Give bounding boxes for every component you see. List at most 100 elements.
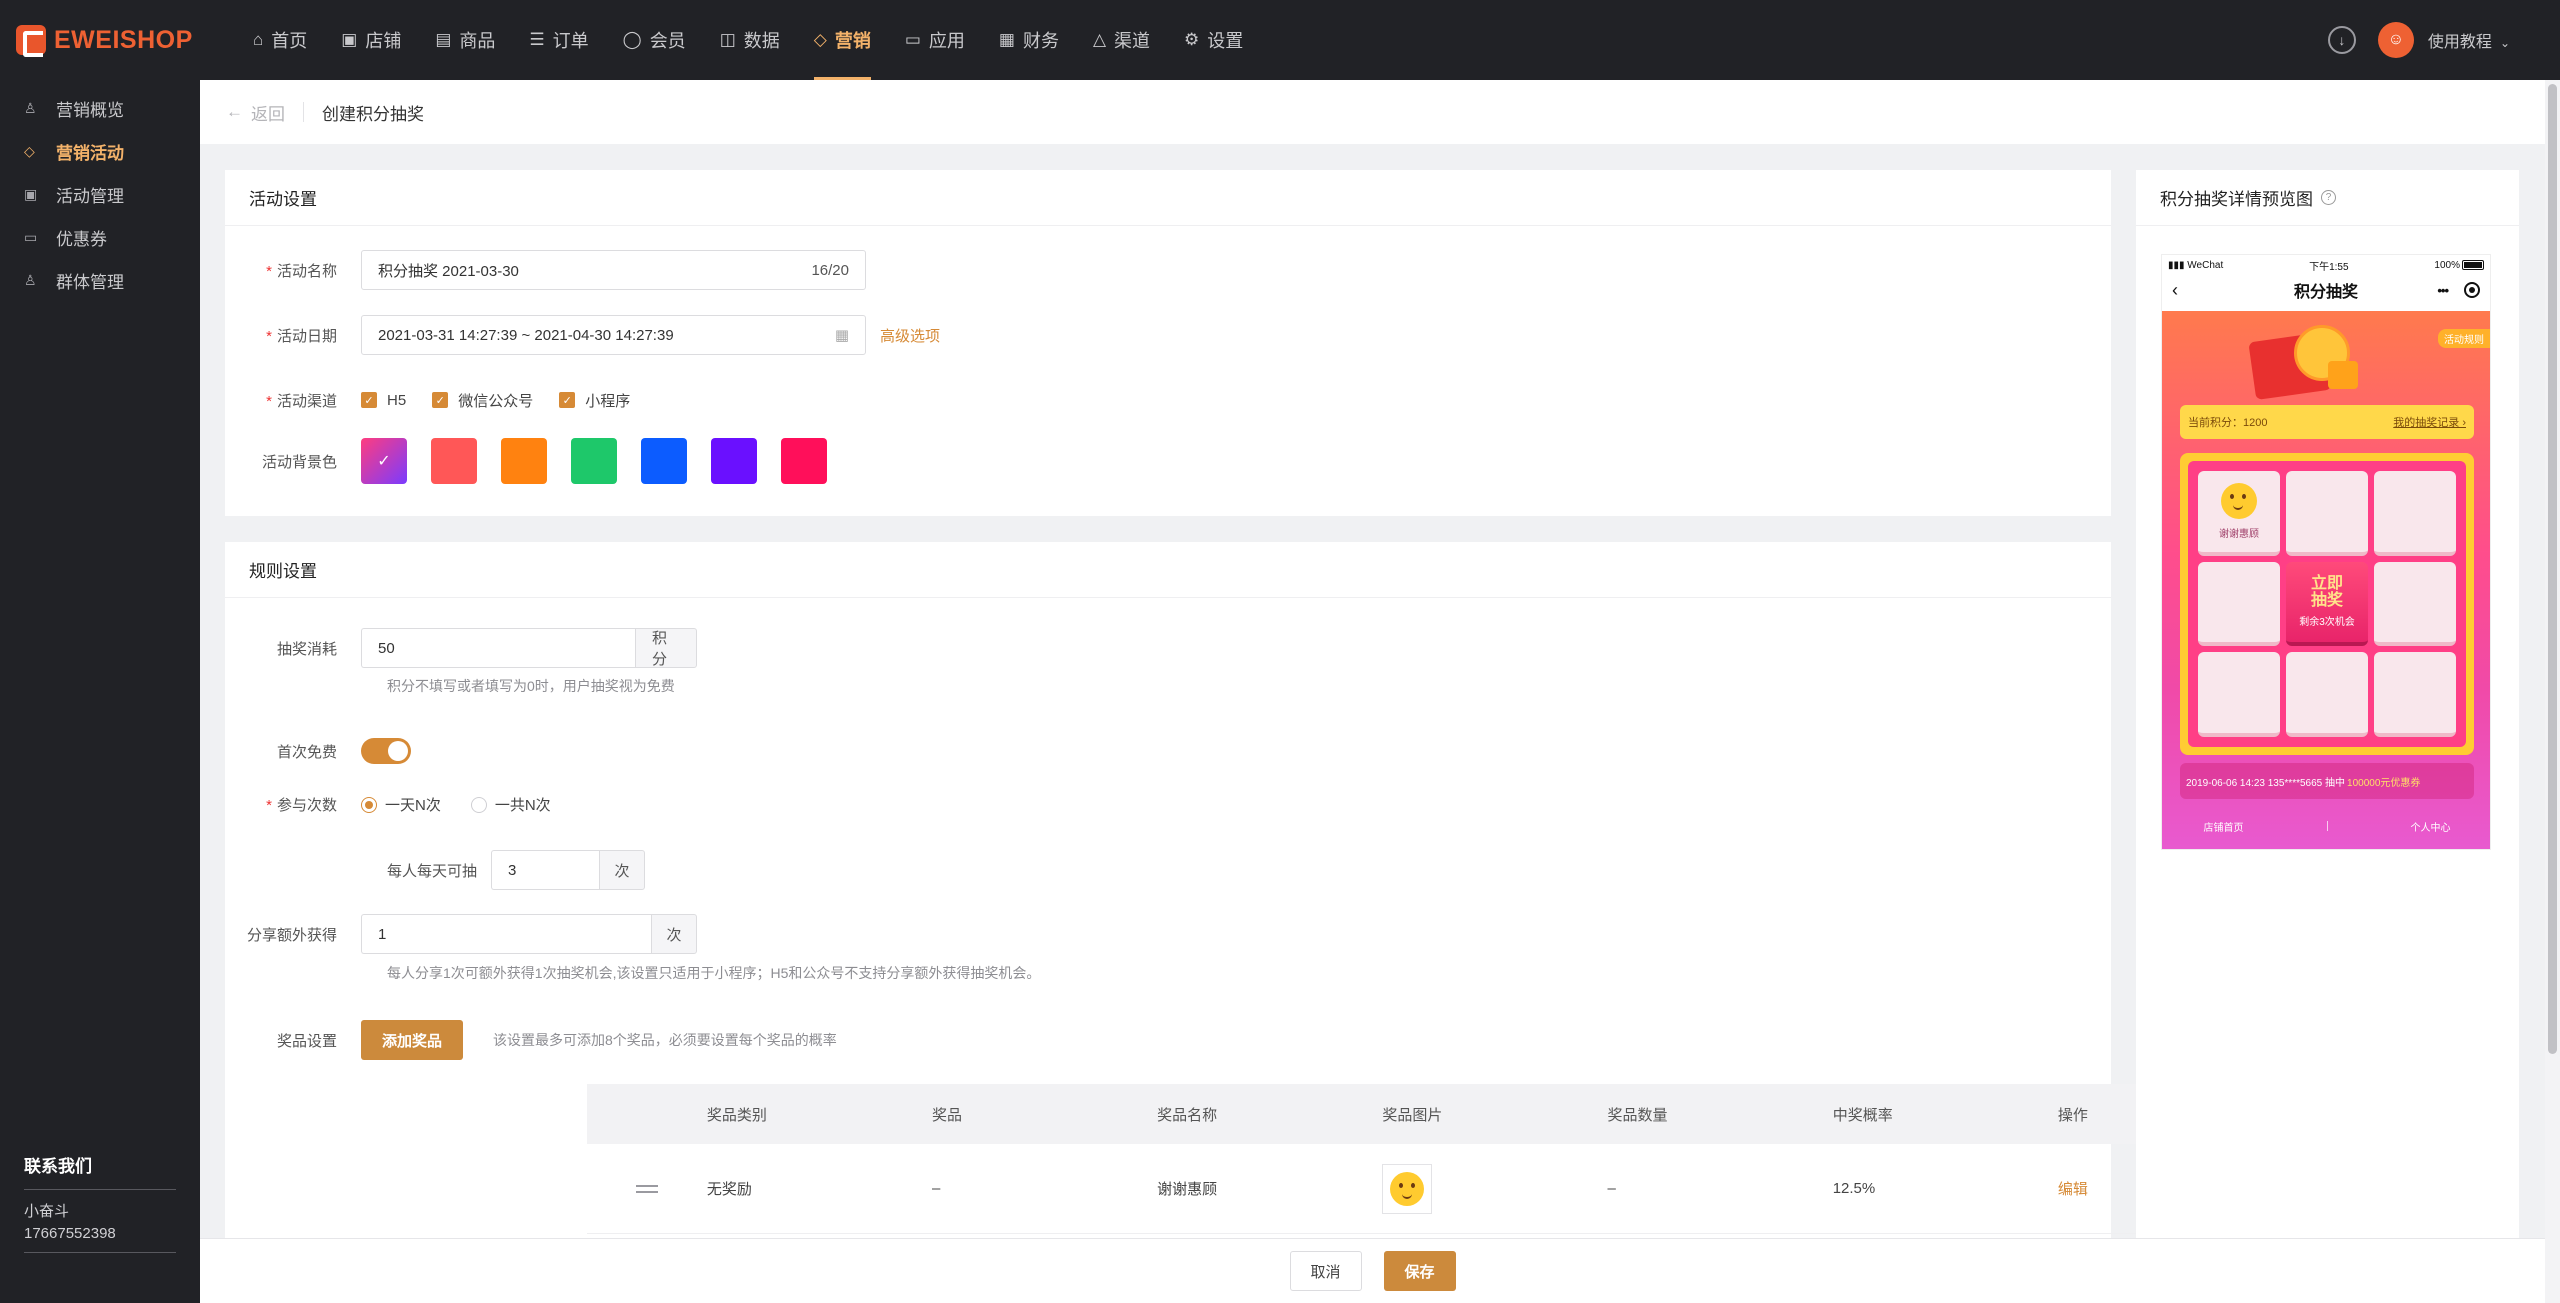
prize-slot bbox=[2286, 471, 2368, 556]
nav-label: 会员 bbox=[649, 31, 686, 51]
drag-handle-icon[interactable] bbox=[587, 1184, 707, 1193]
page-scrollbar[interactable] bbox=[2545, 80, 2560, 1303]
col-type: 奖品类别 bbox=[706, 1106, 767, 1124]
required-mark: * bbox=[266, 392, 272, 410]
radio-total[interactable]: 一共N次 bbox=[470, 794, 551, 815]
col-prob: 中奖概率 bbox=[1832, 1106, 1893, 1124]
color-swatch[interactable] bbox=[641, 438, 687, 484]
cost-hint: 积分不填写或者填写为0时，用户抽奖视为免费 bbox=[387, 678, 675, 694]
close-icon bbox=[2464, 282, 2480, 298]
draw-line-1: 立即 bbox=[2310, 575, 2343, 593]
nav-item-settings[interactable]: ⚙ 设置 bbox=[1167, 0, 1260, 80]
check-icon: ✓ bbox=[559, 392, 576, 408]
draw-now-button: 立即 抽奖 剩余3次机会 bbox=[2286, 561, 2368, 647]
tutorial-menu[interactable]: 使用教程 ⌄ bbox=[2428, 28, 2510, 52]
lottery-board: 谢谢惠顾 立即 抽奖 剩余3次机会 bbox=[2180, 453, 2474, 755]
nav-item-marketing[interactable]: ◇ 营销 bbox=[797, 0, 888, 80]
first-free-toggle[interactable] bbox=[361, 738, 411, 764]
more-icon: ••• bbox=[2437, 282, 2449, 298]
avatar[interactable]: ☺ bbox=[2377, 22, 2414, 58]
prize-slot bbox=[2374, 561, 2456, 647]
channel-checkbox-miniprogram[interactable]: ✓ 小程序 bbox=[559, 390, 630, 411]
color-swatches: ✓ bbox=[361, 438, 851, 484]
color-swatch[interactable]: ✓ bbox=[361, 438, 407, 484]
prize-slot: 谢谢惠顾 bbox=[2198, 471, 2280, 556]
current-points: 当前积分：1200 bbox=[2188, 417, 2268, 429]
sidebar-item-coupons[interactable]: ▭ 优惠券 bbox=[0, 216, 200, 259]
scrollbar-thumb[interactable] bbox=[2548, 84, 2557, 1054]
prize-slot bbox=[2374, 471, 2456, 556]
cost-row: 抽奖消耗 50 积分 bbox=[225, 628, 697, 668]
color-swatch[interactable] bbox=[571, 438, 617, 484]
smiley-icon bbox=[2221, 482, 2257, 519]
footer-me: 个人中心 bbox=[2410, 822, 2451, 834]
nav-item-finance[interactable]: ▦ 财务 bbox=[982, 0, 1076, 80]
cost-input[interactable]: 50 bbox=[361, 628, 635, 668]
order-icon: ☰ bbox=[529, 30, 545, 49]
nav-item-member[interactable]: ◯ 会员 bbox=[606, 0, 703, 80]
field-label: * 活动日期 bbox=[225, 325, 361, 346]
color-swatch[interactable] bbox=[781, 438, 827, 484]
share-input[interactable]: 1 bbox=[361, 914, 651, 954]
sidebar-item-campaigns[interactable]: ◇ 营销活动 bbox=[0, 130, 200, 173]
nav-item-goods[interactable]: ▤ 商品 bbox=[418, 0, 512, 80]
color-swatch[interactable] bbox=[431, 438, 477, 484]
nav-item-order[interactable]: ☰ 订单 bbox=[512, 0, 605, 80]
nav-item-home[interactable]: ⌂ 首页 bbox=[236, 0, 324, 80]
records-link: 我的抽奖记录 › bbox=[2393, 417, 2466, 429]
cell-qty: – bbox=[1607, 1180, 1616, 1197]
breadcrumb: ← 返回 创建积分抽奖 bbox=[200, 80, 2545, 144]
field-label: * 活动渠道 bbox=[225, 390, 361, 411]
activity-name-input[interactable]: 积分抽奖 2021-03-30 16/20 bbox=[361, 250, 866, 290]
daily-input[interactable]: 3 bbox=[491, 850, 600, 890]
color-swatch[interactable] bbox=[501, 438, 547, 484]
prize-slot bbox=[2198, 652, 2280, 737]
activity-channel-row: * 活动渠道 ✓ H5 ✓ 微信公众号 ✓ 小程序 bbox=[225, 380, 656, 420]
preview-title: 积分抽奖详情预览图? bbox=[2160, 185, 2336, 210]
download-icon[interactable]: ↓ bbox=[2327, 26, 2356, 54]
sidebar-item-overview[interactable]: ♙ 营销概览 bbox=[0, 87, 200, 130]
nav-item-apps[interactable]: ▭ 应用 bbox=[888, 0, 982, 80]
footer-home: 店铺首页 bbox=[2203, 822, 2244, 834]
radio-label: 一天N次 bbox=[385, 797, 441, 814]
back-link[interactable]: ← 返回 bbox=[226, 100, 285, 125]
settings-icon: ⚙ bbox=[1184, 30, 1200, 49]
save-button[interactable]: 保存 bbox=[1383, 1251, 1456, 1291]
nav-label: 订单 bbox=[552, 31, 589, 51]
radio-per-day[interactable]: 一天N次 bbox=[361, 794, 441, 815]
tag-icon: ◇ bbox=[24, 143, 35, 159]
points-bar: 当前积分：1200 我的抽奖记录 › bbox=[2180, 405, 2474, 439]
add-prize-button[interactable]: 添加奖品 bbox=[361, 1020, 463, 1060]
color-swatch[interactable] bbox=[711, 438, 757, 484]
nav-item-channel[interactable]: △ 渠道 bbox=[1076, 0, 1167, 80]
cost-input-group: 50 积分 bbox=[361, 628, 697, 668]
channel-checkbox-h5[interactable]: ✓ H5 bbox=[361, 392, 406, 409]
cell-prob: 12.5% bbox=[1832, 1180, 1876, 1197]
nav-item-data[interactable]: ◫ 数据 bbox=[703, 0, 797, 80]
date-range-picker[interactable]: 2021-03-31 14:27:39 ~ 2021-04-30 14:27:3… bbox=[361, 315, 866, 355]
home-icon: ⌂ bbox=[253, 30, 264, 49]
nav-item-shop[interactable]: ▣ 店铺 bbox=[324, 0, 418, 80]
help-icon[interactable]: ? bbox=[2321, 190, 2336, 205]
nav-label: 首页 bbox=[271, 31, 308, 51]
cancel-button[interactable]: 取消 bbox=[1289, 1251, 1362, 1291]
sidebar: ♙ 营销概览 ◇ 营销活动 ▣ 活动管理 ▭ 优惠券 ♙ 群体管理 联系我们 小奋斗 17… bbox=[0, 80, 200, 1303]
remaining-chances: 剩余3次机会 bbox=[2299, 617, 2355, 629]
channel-checkbox-wechat[interactable]: ✓ 微信公众号 bbox=[432, 390, 533, 411]
member-icon: ◯ bbox=[622, 30, 642, 49]
activity-name-row: * 活动名称 积分抽奖 2021-03-30 16/20 bbox=[225, 250, 866, 290]
battery-icon bbox=[2461, 259, 2484, 270]
cell-prize: – bbox=[932, 1180, 941, 1197]
banner-illustration bbox=[2232, 317, 2362, 407]
smiley-icon bbox=[1390, 1171, 1425, 1206]
times-row: * 参与次数 一天N次 一共N次 bbox=[225, 794, 581, 815]
daily-input-group: 3 次 bbox=[491, 850, 646, 890]
nav-label: 财务 bbox=[1022, 31, 1059, 51]
sidebar-item-activity-manage[interactable]: ▣ 活动管理 bbox=[0, 173, 200, 216]
phone-title-bar: ‹ 积分抽奖 ••• bbox=[2162, 275, 2490, 305]
advanced-options-link[interactable]: 高级选项 bbox=[880, 325, 940, 346]
contact-title: 联系我们 bbox=[24, 1152, 176, 1190]
brand-logo[interactable]: EWEISHOP bbox=[16, 25, 236, 57]
sidebar-item-label: 营销概览 bbox=[56, 101, 124, 120]
sidebar-item-groups[interactable]: ♙ 群体管理 bbox=[0, 259, 200, 302]
